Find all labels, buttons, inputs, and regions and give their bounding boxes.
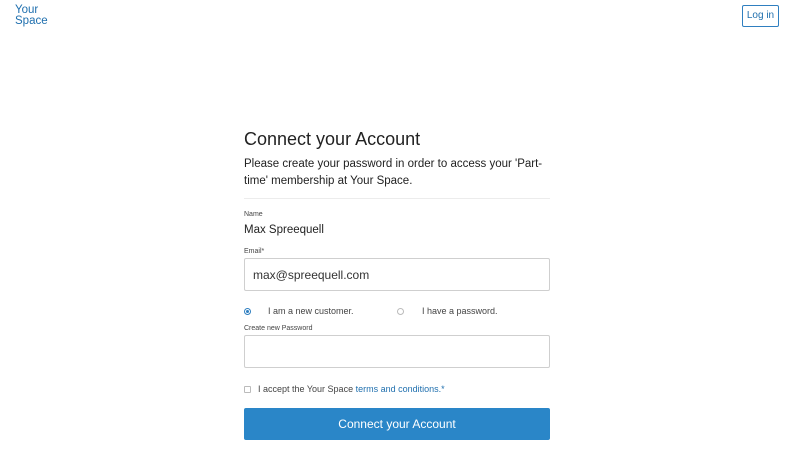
password-field[interactable] — [244, 335, 550, 368]
radio-unselected-icon[interactable] — [397, 307, 404, 315]
radio-new-customer[interactable]: I am a new customer. — [244, 305, 354, 317]
connect-account-button[interactable]: Connect your Account — [244, 408, 550, 440]
divider — [244, 198, 550, 199]
radio-selected-icon[interactable] — [244, 307, 251, 315]
radio-have-password-label: I have a password. — [422, 306, 498, 316]
terms-link[interactable]: terms and conditions.* — [356, 384, 445, 394]
connect-account-form: Connect your Account Please create your … — [244, 128, 550, 440]
logo-line-2: Space — [15, 15, 48, 27]
customer-type-radio-group: I am a new customer. I have a password. — [244, 302, 550, 322]
terms-checkbox[interactable] — [244, 385, 251, 393]
terms-text: I accept the Your Space terms and condit… — [258, 383, 445, 395]
email-field[interactable] — [244, 258, 550, 291]
page-subtitle: Please create your password in order to … — [244, 158, 543, 187]
login-button[interactable]: Log in — [742, 5, 779, 27]
terms-prefix: I accept the Your Space — [258, 384, 356, 394]
name-value: Max Spreequell — [244, 224, 324, 236]
password-label: Create new Password — [244, 325, 313, 332]
radio-have-password[interactable]: I have a password. — [397, 305, 498, 317]
page-title: Connect your Account — [244, 129, 421, 149]
email-label: Email* — [244, 248, 265, 255]
name-label: Name — [244, 211, 263, 218]
terms-row: I accept the Your Space terms and condit… — [244, 383, 550, 395]
brand-logo[interactable]: Your Space — [15, 4, 48, 27]
radio-new-customer-label: I am a new customer. — [268, 306, 354, 316]
